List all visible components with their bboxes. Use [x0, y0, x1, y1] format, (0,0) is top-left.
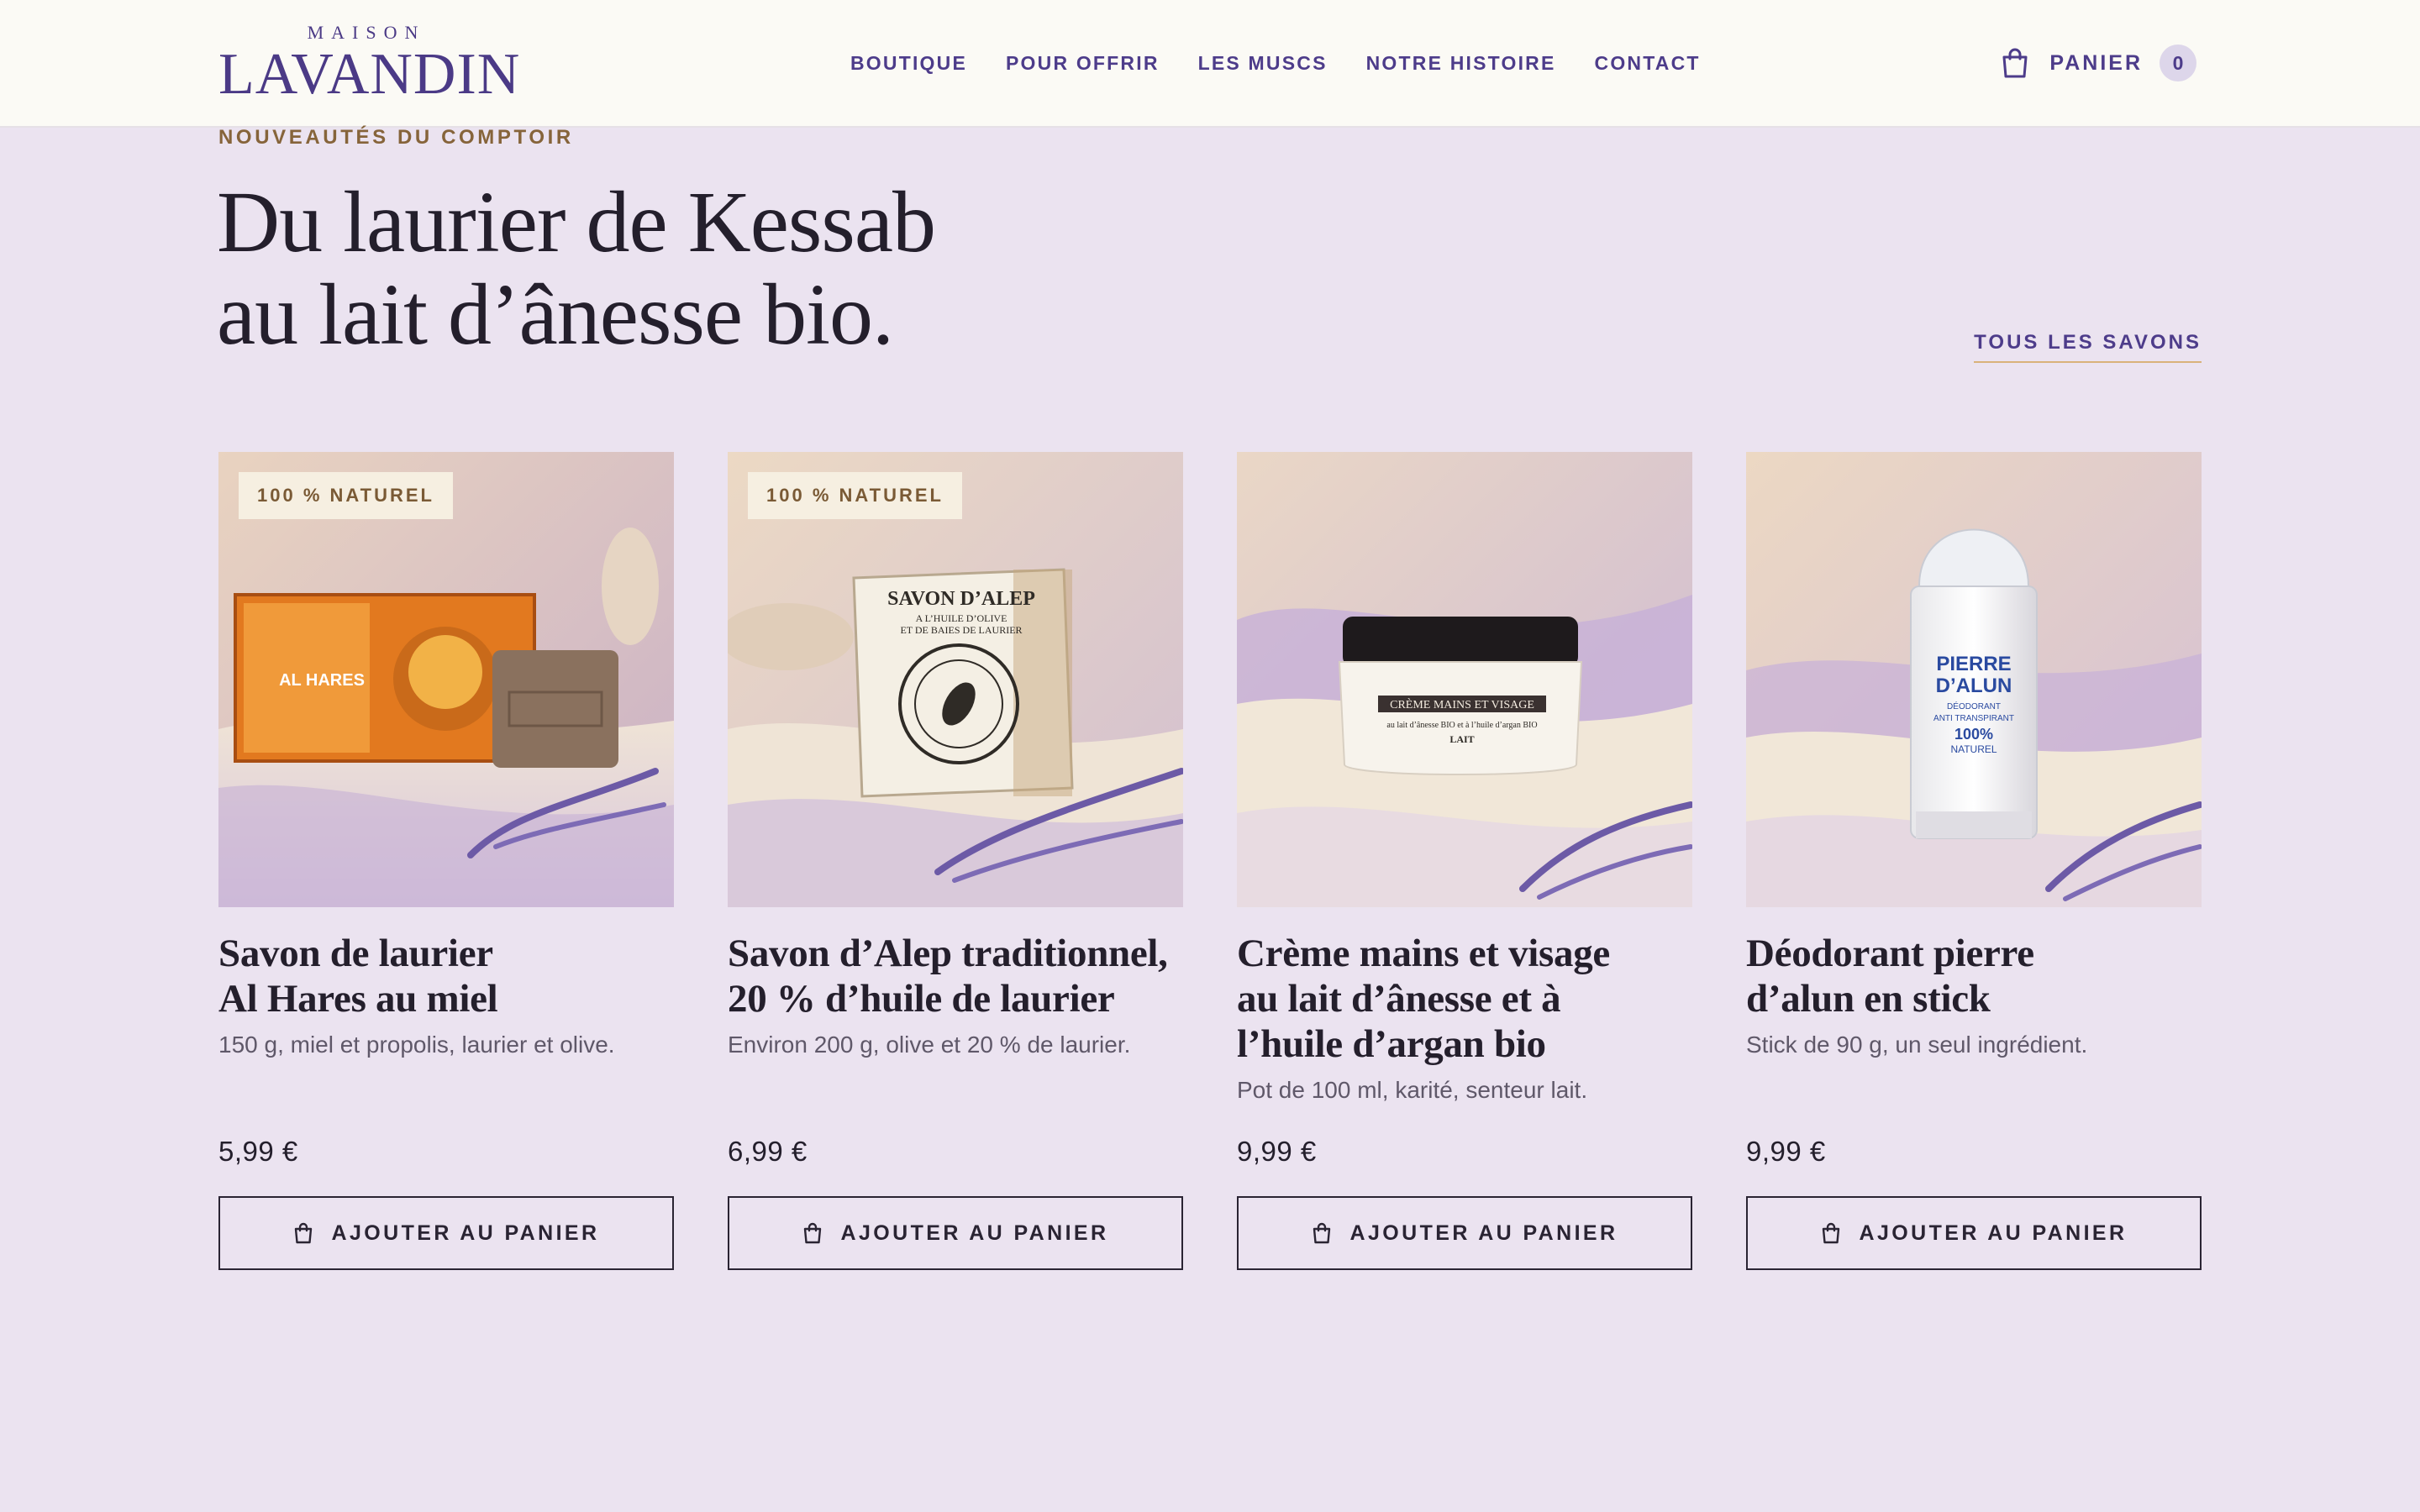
cart-label: PANIER	[2049, 50, 2143, 75]
all-soaps-link[interactable]: TOUS LES SAVONS	[1974, 331, 2202, 363]
cart-count-badge: 0	[2160, 45, 2196, 81]
natural-badge: 100 % NATUREL	[239, 472, 453, 519]
alum-stick-label-line-3: DÉODORANT	[1947, 701, 2001, 711]
nav-boutique[interactable]: BOUTIQUE	[850, 52, 967, 75]
cart-button[interactable]: PANIER 0	[2001, 40, 2196, 86]
site-header: MAISON LAVANDIN BOUTIQUE POUR OFFRIR LES…	[0, 0, 2420, 128]
aleppo-soap-image[interactable]: SAVON D’ALEP A L’HUILE D’OLIVE ET DE BAI…	[728, 452, 1183, 907]
main-nav: BOUTIQUE POUR OFFRIR LES MUSCS NOTRE HIS…	[850, 0, 1701, 126]
add-to-cart-button[interactable]: AJOUTER AU PANIER	[1237, 1196, 1692, 1270]
aleppo-soap-stamp-line-2: ET DE BAIES DE LAURIER	[900, 624, 1022, 636]
product-description: Environ 200 g, olive et 20 % de laurier.	[728, 1032, 1131, 1058]
brand-logo[interactable]: MAISON LAVANDIN	[218, 22, 521, 107]
product-price: 5,99 €	[218, 1136, 298, 1167]
product-price: 9,99 €	[1746, 1136, 1826, 1167]
product-title-text: Savon d’Alep traditionnel, 20 % d’huile …	[728, 932, 1168, 1021]
shopping-bag-icon	[294, 1222, 312, 1244]
alum-stick-image[interactable]: PIERRE D’ALUN DÉODORANT ANTI TRANSPIRANT…	[1746, 452, 2202, 907]
cream-jar-illustration: CRÈME MAINS ET VISAGE au lait d’ânesse B…	[1237, 452, 1692, 907]
add-to-cart-button[interactable]: AJOUTER AU PANIER	[218, 1196, 674, 1270]
product-price: 6,99 €	[728, 1136, 808, 1167]
product-title-text: Crème mains et visage au lait d’ânesse e…	[1237, 932, 1610, 1066]
alum-stick-label-line-1: PIERRE	[1936, 653, 2011, 675]
logo-title: LAVANDIN	[218, 42, 521, 107]
add-to-cart-label: AJOUTER AU PANIER	[1349, 1221, 1618, 1245]
alum-stick-label-line-5: 100%	[1954, 726, 1993, 743]
product-grid: AL HARES 100 % NATUREL Savon de laurier …	[218, 452, 2202, 1270]
nav-contact[interactable]: CONTACT	[1595, 52, 1701, 75]
product-card: SAVON D’ALEP A L’HUILE D’OLIVE ET DE BAI…	[728, 452, 1183, 1270]
add-to-cart-button[interactable]: AJOUTER AU PANIER	[728, 1196, 1183, 1270]
shopping-bag-icon	[1313, 1222, 1330, 1244]
product-title[interactable]: Savon d’Alep traditionnel, 20 % d’huile …	[728, 931, 1183, 1021]
nav-notre-histoire[interactable]: NOTRE HISTOIRE	[1366, 52, 1556, 75]
product-description: Stick de 90 g, un seul ingrédient.	[1746, 1032, 2088, 1058]
alum-stick-label-line-6: NATUREL	[1950, 743, 1996, 755]
aleppo-soap-stamp-title: SAVON D’ALEP	[887, 588, 1035, 610]
product-price: 9,99 €	[1237, 1136, 1317, 1167]
alum-stick-illustration: PIERRE D’ALUN DÉODORANT ANTI TRANSPIRANT…	[1746, 452, 2202, 907]
cream-jar-label-scent: LAIT	[1449, 733, 1474, 745]
section-eyebrow: NOUVEAUTÉS DU COMPTOIR	[218, 126, 574, 149]
shopping-bag-icon	[1822, 1222, 1839, 1244]
product-card: AL HARES 100 % NATUREL Savon de laurier …	[218, 452, 674, 1270]
add-to-cart-button[interactable]: AJOUTER AU PANIER	[1746, 1196, 2202, 1270]
al-hares-box-label: AL HARES	[279, 671, 365, 690]
alum-stick-label-line-4: ANTI TRANSPIRANT	[1933, 714, 2014, 723]
shopping-bag-icon	[2002, 48, 2028, 78]
natural-badge: 100 % NATUREL	[748, 472, 962, 519]
product-title[interactable]: Savon de laurier Al Hares au miel	[218, 931, 674, 1021]
alum-stick-label-line-2: D’ALUN	[1936, 675, 2012, 697]
product-title[interactable]: Crème mains et visage au lait d’ânesse e…	[1237, 931, 1692, 1067]
product-card: PIERRE D’ALUN DÉODORANT ANTI TRANSPIRANT…	[1746, 452, 2202, 1270]
cream-jar-label-title: CRÈME MAINS ET VISAGE	[1390, 697, 1534, 711]
product-title[interactable]: Déodorant pierre d’alun en stick	[1746, 931, 2202, 1021]
product-title-text: Déodorant pierre d’alun en stick	[1746, 932, 2034, 1021]
al-hares-soap-image[interactable]: AL HARES 100 % NATUREL	[218, 452, 674, 907]
nav-les-muscs[interactable]: LES MUSCS	[1198, 52, 1328, 75]
section-headline: Du laurier de Kessab au lait d’ânesse bi…	[217, 176, 1393, 361]
cream-jar-label-subtitle: au lait d’ânesse BIO et à l’huile d’arga…	[1386, 721, 1537, 730]
logo-subtitle: MAISON	[307, 22, 426, 43]
add-to-cart-label: AJOUTER AU PANIER	[840, 1221, 1109, 1245]
cream-jar-image[interactable]: CRÈME MAINS ET VISAGE au lait d’ânesse B…	[1237, 452, 1692, 907]
aleppo-soap-illustration: SAVON D’ALEP A L’HUILE D’OLIVE ET DE BAI…	[728, 452, 1183, 907]
add-to-cart-label: AJOUTER AU PANIER	[1859, 1221, 2128, 1245]
product-title-text: Savon de laurier Al Hares au miel	[218, 932, 498, 1021]
headline-line-2: au lait d’ânesse bio.	[217, 266, 894, 363]
shopping-bag-icon	[803, 1222, 821, 1244]
aleppo-soap-stamp-line-1: A L’HUILE D’OLIVE	[916, 612, 1007, 624]
product-description: 150 g, miel et propolis, laurier et oliv…	[218, 1032, 615, 1058]
product-description: Pot de 100 ml, karité, senteur lait.	[1237, 1077, 1588, 1103]
nav-pour-offrir[interactable]: POUR OFFRIR	[1006, 52, 1160, 75]
headline-line-1: Du laurier de Kessab	[217, 174, 936, 270]
al-hares-soap-illustration: AL HARES	[218, 452, 674, 907]
product-card: CRÈME MAINS ET VISAGE au lait d’ânesse B…	[1237, 452, 1692, 1270]
add-to-cart-label: AJOUTER AU PANIER	[331, 1221, 600, 1245]
